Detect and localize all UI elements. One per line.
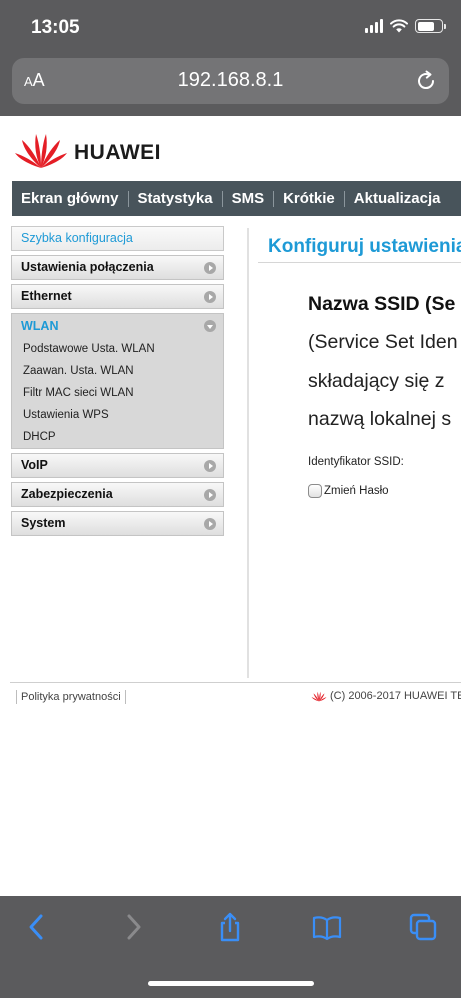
sidebar-subitem-basic-wlan[interactable]: Podstawowe Usta. WLAN bbox=[12, 338, 223, 360]
sidebar-item-label: WLAN bbox=[21, 319, 59, 333]
sidebar-item-label: Zabezpieczenia bbox=[21, 487, 113, 501]
sidebar-group-wlan: WLAN Podstawowe Usta. WLAN Zaawan. Usta.… bbox=[11, 313, 224, 449]
ssid-help-text-line: składający się z bbox=[308, 370, 445, 392]
huawei-logo-icon bbox=[15, 134, 67, 168]
bookmarks-icon[interactable] bbox=[312, 912, 342, 942]
status-icons bbox=[365, 19, 446, 33]
battery-icon bbox=[415, 19, 446, 33]
sidebar-subitem-dhcp[interactable]: DHCP bbox=[12, 426, 223, 448]
sidebar-item-label: System bbox=[21, 516, 66, 530]
sidebar-item-voip[interactable]: VoIP bbox=[11, 453, 224, 478]
chevron-right-icon bbox=[204, 460, 216, 472]
sidebar-item-quick-setup[interactable]: Szybka konfiguracja bbox=[11, 226, 224, 251]
nav-home[interactable]: Ekran główny bbox=[12, 181, 128, 216]
column-divider bbox=[247, 228, 249, 678]
chevron-right-icon bbox=[204, 518, 216, 530]
ssid-help-text-line: nazwą lokalnej s bbox=[308, 408, 452, 430]
browser-top-chrome: 13:05 AA 192.168.8.1 bbox=[0, 0, 461, 116]
chevron-right-icon bbox=[204, 291, 216, 303]
chevron-down-icon bbox=[204, 320, 216, 332]
tabs-icon[interactable] bbox=[408, 912, 438, 942]
nav-statistics[interactable]: Statystyka bbox=[129, 181, 222, 216]
page-header: HUAWEI bbox=[0, 116, 461, 180]
url-text[interactable]: 192.168.8.1 bbox=[12, 69, 449, 92]
huawei-small-logo-icon bbox=[311, 691, 327, 702]
sidebar-subitem-advanced-wlan[interactable]: Zaawan. Usta. WLAN bbox=[12, 360, 223, 382]
sidebar-item-label: VoIP bbox=[21, 458, 48, 472]
change-password-row: Zmień Hasło bbox=[308, 484, 389, 498]
forward-icon bbox=[127, 914, 141, 940]
back-icon[interactable] bbox=[22, 912, 52, 942]
change-password-label: Zmień Hasło bbox=[324, 485, 389, 497]
privacy-policy-link[interactable]: Polityka prywatności bbox=[16, 690, 126, 704]
nav-short[interactable]: Krótkie bbox=[274, 181, 344, 216]
sidebar: Szybka konfiguracja Ustawienia połączeni… bbox=[11, 226, 224, 540]
copyright-text: (C) 2006-2017 HUAWEI TE bbox=[330, 690, 461, 702]
page-title: Konfiguruj ustawienia bbox=[268, 236, 461, 257]
chevron-right-icon bbox=[204, 489, 216, 501]
nav-update[interactable]: Aktualizacja bbox=[345, 181, 450, 216]
status-time: 13:05 bbox=[31, 17, 80, 38]
nav-sms[interactable]: SMS bbox=[223, 181, 274, 216]
sidebar-item-connection-settings[interactable]: Ustawienia połączenia bbox=[11, 255, 224, 280]
sidebar-item-system[interactable]: System bbox=[11, 511, 224, 536]
address-bar[interactable]: AA 192.168.8.1 bbox=[12, 58, 449, 104]
sidebar-subitem-wps[interactable]: Ustawienia WPS bbox=[12, 404, 223, 426]
reload-icon[interactable] bbox=[414, 69, 438, 93]
change-password-checkbox[interactable] bbox=[308, 484, 322, 498]
sidebar-item-wlan[interactable]: WLAN bbox=[12, 314, 223, 338]
brand-name: HUAWEI bbox=[74, 141, 161, 164]
sidebar-item-label: Ustawienia połączenia bbox=[21, 260, 154, 274]
wifi-icon bbox=[390, 19, 408, 33]
sidebar-subitem-mac-filter[interactable]: Filtr MAC sieci WLAN bbox=[12, 382, 223, 404]
ssid-help-text-line: (Service Set Iden bbox=[308, 331, 458, 353]
web-page: HUAWEI Ekran główny Statystyka SMS Krótk… bbox=[0, 116, 461, 896]
title-divider bbox=[258, 262, 461, 263]
copyright: (C) 2006-2017 HUAWEI TE bbox=[311, 690, 461, 702]
ssid-help-heading: Nazwa SSID (Se bbox=[308, 293, 456, 315]
main-nav: Ekran główny Statystyka SMS Krótkie Aktu… bbox=[12, 181, 461, 216]
share-icon[interactable] bbox=[215, 912, 245, 942]
sidebar-item-security[interactable]: Zabezpieczenia bbox=[11, 482, 224, 507]
sidebar-item-label: Ethernet bbox=[21, 289, 72, 303]
ssid-field-label: Identyfikator SSID: bbox=[308, 456, 404, 468]
chevron-right-icon bbox=[204, 262, 216, 274]
sidebar-item-ethernet[interactable]: Ethernet bbox=[11, 284, 224, 309]
cellular-signal-icon bbox=[365, 19, 383, 33]
home-indicator bbox=[148, 981, 314, 986]
footer-divider bbox=[10, 682, 461, 683]
